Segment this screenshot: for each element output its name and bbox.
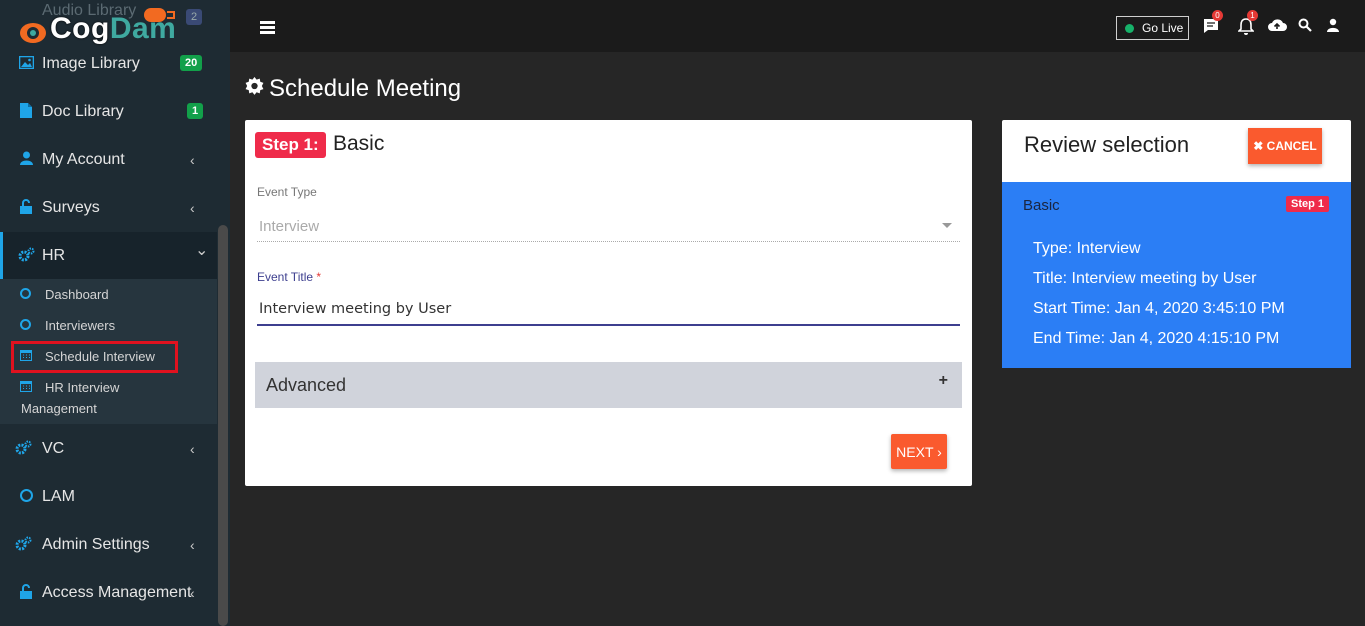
circle-icon bbox=[20, 288, 31, 302]
cogs-icon bbox=[18, 247, 35, 266]
sidebar-item-label: Surveys bbox=[42, 199, 100, 216]
event-type-value: Interview bbox=[259, 218, 320, 235]
search-icon[interactable] bbox=[1296, 18, 1314, 36]
lock-icon bbox=[18, 583, 34, 603]
sidebar-item-label: Doc Library bbox=[42, 103, 124, 120]
chat-badge: 0 bbox=[1212, 10, 1223, 21]
sidebar: Audio Library 2 CogDam Image Library 20 … bbox=[0, 0, 230, 626]
review-title: Review selection bbox=[1024, 132, 1190, 157]
event-type-label: Event Type bbox=[257, 185, 317, 199]
sidebar-item-surveys[interactable]: Surveys ‹ bbox=[0, 184, 217, 232]
count-badge: 1 bbox=[187, 103, 204, 119]
image-icon bbox=[18, 55, 34, 73]
go-live-button[interactable]: Go Live bbox=[1116, 16, 1189, 40]
chevron-left-icon: ‹ bbox=[190, 537, 195, 553]
step-badge: Step 1: bbox=[255, 132, 326, 158]
top-bar: Go Live 0 1 bbox=[230, 0, 1365, 52]
submenu-item-label-line2: Management bbox=[21, 401, 97, 416]
calendar-icon bbox=[20, 380, 32, 395]
sidebar-item-image-library[interactable]: Image Library 20 bbox=[0, 40, 217, 88]
event-title-value: Interview meeting by User bbox=[259, 301, 452, 317]
next-button[interactable]: NEXT › bbox=[891, 434, 947, 469]
bell-icon[interactable]: 1 bbox=[1237, 10, 1258, 36]
sidebar-item-label: My Account bbox=[42, 151, 125, 168]
user-icon[interactable] bbox=[1324, 18, 1342, 36]
sidebar-scrollbar-thumb[interactable] bbox=[218, 225, 228, 626]
cancel-button[interactable]: ✖ CANCEL bbox=[1248, 128, 1322, 164]
chevron-left-icon: ‹ bbox=[190, 441, 195, 457]
chat-icon[interactable]: 0 bbox=[1202, 10, 1223, 36]
review-section-title: Basic bbox=[1023, 197, 1060, 214]
review-line-end-time: End Time: Jan 4, 2020 4:15:10 PM bbox=[1033, 330, 1280, 347]
sidebar-item-label: Admin Settings bbox=[42, 536, 150, 553]
sidebar-item-lam[interactable]: LAM bbox=[0, 473, 217, 521]
review-line-title: Title: Interview meeting by User bbox=[1033, 270, 1257, 287]
event-title-label: Event Title * bbox=[257, 270, 321, 284]
submenu-item-label: HR Interview bbox=[45, 380, 120, 395]
hamburger-menu-icon[interactable] bbox=[260, 21, 275, 34]
plus-icon: + bbox=[938, 372, 948, 389]
event-title-label-text: Event Title bbox=[257, 270, 314, 284]
review-step-tag: Step 1 bbox=[1286, 196, 1330, 212]
sidebar-item-my-account[interactable]: My Account ‹ bbox=[0, 136, 217, 184]
count-badge: 20 bbox=[180, 55, 203, 71]
chevron-left-icon: ‹ bbox=[190, 200, 195, 216]
file-icon bbox=[18, 102, 34, 122]
submenu-item-label: Dashboard bbox=[45, 287, 109, 302]
required-marker: * bbox=[316, 270, 322, 284]
review-body: Basic Step 1 Type: Interview Title: Inte… bbox=[1002, 182, 1351, 368]
sidebar-item-admin-settings[interactable]: Admin Settings ‹ bbox=[0, 521, 217, 569]
event-title-input[interactable]: Interview meeting by User bbox=[257, 298, 960, 326]
sidebar-item-label: LAM bbox=[42, 488, 75, 505]
cogs-icon bbox=[15, 536, 32, 555]
sidebar-item-hr[interactable]: HR ⌄ bbox=[0, 232, 217, 280]
step-form-card: Step 1: Basic Event Type Interview Event… bbox=[245, 120, 972, 486]
circle-icon bbox=[18, 488, 34, 506]
sidebar-item-doc-library[interactable]: Doc Library 1 bbox=[0, 88, 217, 136]
cogs-icon bbox=[15, 440, 32, 459]
gear-icon bbox=[244, 76, 265, 103]
sidebar-item-label: VC bbox=[42, 440, 65, 457]
go-live-label: Go Live bbox=[1142, 21, 1184, 35]
highlight-box bbox=[11, 341, 178, 373]
advanced-label: Advanced bbox=[266, 374, 347, 395]
lock-icon bbox=[18, 198, 34, 218]
sidebar-item-label: Image Library bbox=[42, 55, 140, 72]
sidebar-item-label: Access Management bbox=[42, 584, 192, 601]
sidebar-item-label: HR bbox=[42, 247, 66, 264]
sidebar-item-vc[interactable]: VC ‹ bbox=[0, 425, 217, 473]
advanced-accordion[interactable]: Advanced + bbox=[255, 362, 962, 408]
chevron-left-icon: ‹ bbox=[190, 152, 195, 168]
event-type-select[interactable]: Interview bbox=[257, 216, 960, 242]
sidebar-item-access-management[interactable]: Access Management ‹ bbox=[0, 569, 217, 617]
step-title: Basic bbox=[333, 132, 385, 155]
page-title-text: Schedule Meeting bbox=[269, 75, 462, 102]
page-title: Schedule Meeting bbox=[244, 75, 461, 103]
ghost-badge: 2 bbox=[186, 9, 202, 25]
cloud-upload-icon[interactable] bbox=[1266, 18, 1288, 36]
review-line-type: Type: Interview bbox=[1033, 240, 1141, 257]
review-line-start-time: Start Time: Jan 4, 2020 3:45:10 PM bbox=[1033, 300, 1285, 317]
chevron-down-icon: ⌄ bbox=[195, 242, 209, 259]
notification-badge: 1 bbox=[1247, 10, 1258, 21]
user-icon bbox=[18, 151, 34, 169]
review-selection-card: Review selection ✖ CANCEL Basic Step 1 T… bbox=[1002, 120, 1351, 368]
chevron-left-icon: ‹ bbox=[190, 585, 195, 601]
dropdown-caret-icon bbox=[942, 223, 952, 228]
circle-icon bbox=[20, 319, 31, 333]
live-status-dot bbox=[1125, 23, 1134, 33]
submenu-item-label: Interviewers bbox=[45, 318, 116, 333]
